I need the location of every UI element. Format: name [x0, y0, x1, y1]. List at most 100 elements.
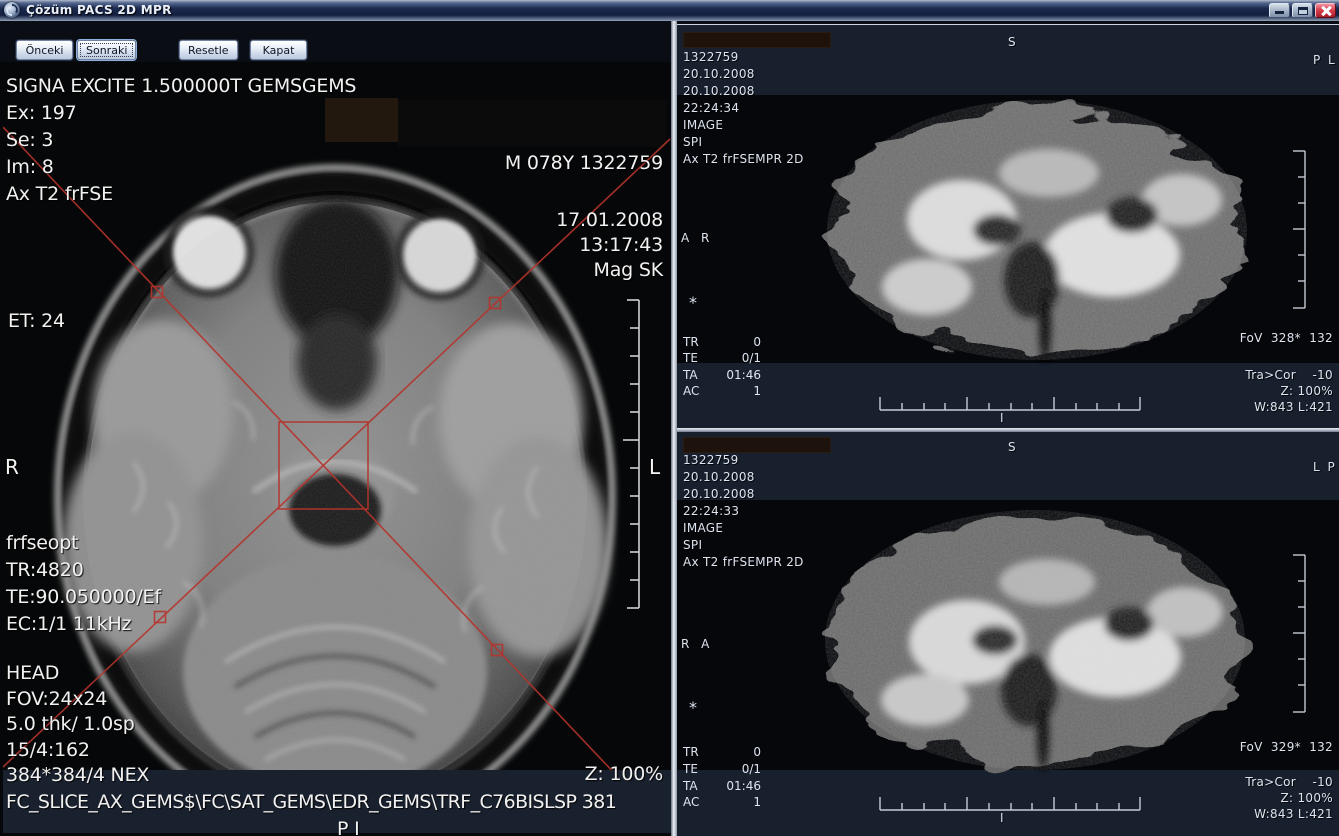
orientation-marker-bottom: I [1000, 811, 1004, 825]
reference-star: * [689, 698, 697, 717]
fov-line: FOV:24x24 [6, 688, 107, 710]
param-label: AC [683, 795, 713, 809]
orientation-marker-right: R [5, 455, 19, 479]
device-line: SIGNA EXCITE 1.500000T GEMSGEMS [6, 75, 356, 97]
opt-line: frfseopt [6, 532, 78, 554]
patient-id: 1322759 [683, 50, 739, 64]
series-time: 22:24:33 [683, 504, 739, 518]
fov-line: FoV 329* 132 [1203, 740, 1333, 754]
mpr-viewport-bottom[interactable]: 1322759 20.10.2008 20.10.2008 22:24:33 I… [677, 432, 1339, 836]
next-button[interactable]: Sonraki [77, 40, 136, 60]
type-line: IMAGE [683, 521, 723, 535]
matrix-line: 384*384/4 NEX [6, 764, 149, 786]
zoom-line: Z: 100% [453, 763, 663, 785]
orientation-marker-bottom: P I [337, 818, 360, 836]
param-value: 0 [713, 745, 761, 759]
param-row: AC 1 [683, 795, 769, 809]
app-window: Çözüm PACS 2D MPR Önceki Sonraki Resetle… [0, 0, 1339, 836]
param-row: TR 0 [683, 745, 769, 759]
series-date: 20.10.2008 [683, 84, 755, 98]
orientation-marker-bottom: I [1000, 411, 1004, 425]
param-value: 1 [713, 795, 761, 809]
window-level-line: W:843 L:421 [1203, 807, 1333, 821]
param-label: TE [683, 351, 713, 365]
orientation-marker-top-left: R A [681, 637, 713, 651]
param-label: TA [683, 368, 713, 382]
param-row: TE 0/1 [683, 351, 769, 365]
param-value: 0/1 [713, 351, 761, 365]
orientation-line: Tra>Cor -10 [1203, 775, 1333, 789]
param-row: AC 1 [683, 384, 769, 398]
thickness-line: 5.0 thk/ 1.0sp [6, 713, 135, 735]
zoom-line: Z: 100% [1203, 384, 1333, 398]
date-line: 17.01.2008 [453, 209, 663, 231]
param-label: TR [683, 745, 713, 759]
toolbar: Önceki Sonraki Resetle Kapat [0, 21, 676, 62]
sequence-line: Ax T2 frFSEMPR 2D [683, 152, 804, 166]
param-value: 01:46 [713, 368, 761, 382]
crosshair-handle[interactable] [152, 287, 163, 298]
study-date: 20.10.2008 [683, 67, 755, 81]
ec-line: EC:1/1 11kHz [6, 613, 131, 635]
minimize-button[interactable] [1269, 3, 1290, 18]
mag-line: Mag SK [453, 259, 663, 281]
te-line: TE:90.050000/Ef [6, 586, 161, 608]
patient-line: M 078Y 1322759 [453, 152, 663, 174]
param-row: TA 01:46 [683, 779, 769, 793]
window-title: Çözüm PACS 2D MPR [26, 3, 172, 17]
image-line: Im: 8 [6, 156, 54, 178]
param-label: TA [683, 779, 713, 793]
exam-line: Ex: 197 [6, 102, 77, 124]
param-row: TR 0 [683, 335, 769, 349]
minimize-icon [1275, 11, 1284, 14]
scale-ruler-vertical [613, 292, 653, 622]
param-label: AC [683, 384, 713, 398]
fov-line: FoV 328* 132 [1203, 331, 1333, 345]
timing-line: 15/4:162 [6, 739, 90, 761]
param-value: 0/1 [713, 762, 761, 776]
param-value: 1 [713, 384, 761, 398]
series-date: 20.10.2008 [683, 487, 755, 501]
reset-button[interactable]: Resetle [179, 40, 238, 60]
window-controls [1269, 3, 1336, 18]
zoom-line: Z: 100% [1203, 791, 1333, 805]
patient-id: 1322759 [683, 453, 739, 467]
study-date: 20.10.2008 [683, 470, 755, 484]
orientation-marker-right: L P [1313, 460, 1337, 474]
param-value: 01:46 [713, 779, 761, 793]
scale-ruler-horizontal [875, 392, 1145, 418]
psd-line: FC_SLICE_AX_GEMS$\FC\SAT_GEMS\EDR_GEMS\T… [6, 791, 616, 813]
scale-ruler-horizontal [875, 792, 1145, 818]
orientation-marker-right: P L [1313, 53, 1337, 67]
series-time: 22:24:34 [683, 101, 739, 115]
window-level-line: W:843 L:421 [1203, 400, 1333, 414]
coil-line: SPI [683, 538, 702, 552]
previous-button[interactable]: Önceki [16, 40, 73, 60]
param-label: TE [683, 762, 713, 776]
redaction-box [683, 32, 831, 48]
bodypart-line: HEAD [6, 662, 59, 684]
et-line: ET: 24 [8, 310, 65, 332]
orientation-marker-top: S [1008, 440, 1016, 454]
close-button[interactable] [1315, 3, 1336, 18]
orientation-line: Tra>Cor -10 [1203, 368, 1333, 382]
param-value: 0 [713, 335, 761, 349]
reference-star: * [689, 293, 697, 312]
param-label: TR [683, 335, 713, 349]
axial-viewport[interactable]: SIGNA EXCITE 1.500000T GEMSGEMS Ex: 197 … [3, 62, 671, 836]
titlebar[interactable]: Çözüm PACS 2D MPR [0, 0, 1339, 21]
close-icon [1320, 6, 1331, 16]
time-line: 13:17:43 [453, 234, 663, 256]
scale-ruler-vertical [1289, 145, 1319, 320]
param-row: TE 0/1 [683, 762, 769, 776]
close-view-button[interactable]: Kapat [250, 40, 307, 60]
orientation-marker-top-left: A R [681, 231, 713, 245]
scale-ruler-vertical [1289, 549, 1319, 724]
redaction-box [683, 437, 831, 453]
orientation-marker-top: S [1008, 35, 1016, 49]
mpr-viewport-top[interactable]: 1322759 20.10.2008 20.10.2008 22:24:34 I… [677, 24, 1339, 428]
maximize-button[interactable] [1292, 3, 1313, 18]
sequence-line: Ax T2 frFSEMPR 2D [683, 555, 804, 569]
app-logo-icon [4, 2, 20, 18]
crosshair-handle[interactable] [155, 612, 166, 623]
